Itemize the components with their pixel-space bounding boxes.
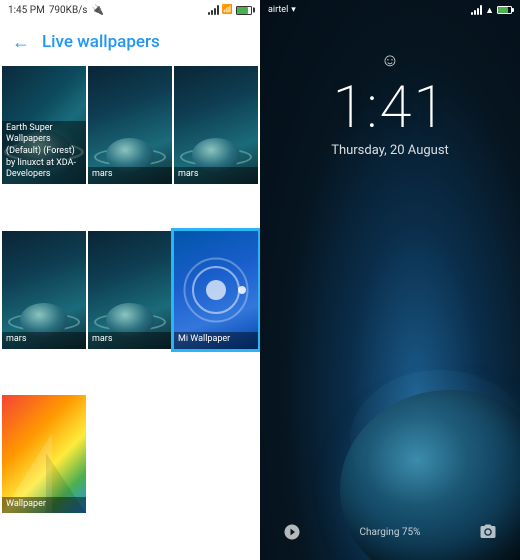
ls-camera-icon[interactable] (472, 516, 504, 548)
ls-status-left: airtel ▾ (268, 5, 296, 15)
status-data: 790KB/s (49, 5, 88, 16)
lockscreen-bottom: Charging 75% (260, 508, 520, 560)
status-bar-left-section: 1:45 PM 790KB/s 🔌 (8, 5, 104, 16)
ls-battery-icon (497, 6, 512, 14)
ls-wifi-icon: ▲ (485, 5, 494, 16)
lockscreen-content: ☺ 1:41 Thursday, 20 August (260, 20, 520, 158)
battery-icon (236, 6, 252, 15)
ls-smiley-icon: ☺ (260, 50, 520, 71)
status-bar-right-section: 📶 (208, 5, 252, 15)
status-bar-left: 1:45 PM 790KB/s 🔌 📶 (0, 0, 260, 20)
wifi-icon: 📶 (222, 5, 233, 15)
wallpaper-item-mars1[interactable]: mars (88, 66, 172, 184)
ls-carrier-arrow: ▾ (291, 5, 296, 15)
earth-glow (350, 370, 520, 510)
battery-fill (237, 7, 248, 14)
wallpaper-label: Mi Wallpaper (174, 332, 258, 349)
wallpaper-label: mars (2, 332, 86, 349)
ls-signal-bars (471, 5, 482, 15)
wallpaper-label: Earth Super Wallpapers (Default) (Forest… (2, 121, 86, 184)
header: ← Live wallpapers (0, 20, 260, 64)
lockscreen-status-bar: airtel ▾ ▲ (260, 0, 520, 20)
wallpaper-item-mars3[interactable]: mars (2, 231, 86, 349)
wallpaper-label: mars (88, 167, 172, 184)
right-panel-lockscreen: airtel ▾ ▲ ☺ 1:41 Thursday, 20 August Ch… (260, 0, 520, 560)
page-title: Live wallpapers (42, 32, 160, 52)
wallpaper-grid: Earth Super Wallpapers (Default) (Forest… (0, 64, 260, 560)
ls-charging-text: Charging 75% (360, 527, 421, 538)
wallpaper-item-earth[interactable]: Earth Super Wallpapers (Default) (Forest… (2, 66, 86, 184)
mi-circle-inner (206, 280, 226, 300)
ls-status-right: ▲ (471, 5, 512, 16)
usb-icon: 🔌 (91, 5, 103, 16)
ls-time: 1:41 (260, 79, 520, 137)
mi-dot-orbit (238, 286, 246, 294)
ls-charging-label: Charging 75% (360, 527, 421, 538)
status-time: 1:45 PM (8, 5, 45, 16)
wallpaper-label: mars (174, 167, 258, 184)
ls-carrier: airtel (268, 5, 288, 15)
wallpaper-item-mars2[interactable]: mars (174, 66, 258, 184)
wallpaper-item-mars4[interactable]: mars (88, 231, 172, 349)
signal-bars (208, 5, 219, 15)
wallpaper-label: mars (88, 332, 172, 349)
wallpaper-label: Wallpaper (2, 497, 86, 514)
back-button[interactable]: ← (12, 32, 30, 53)
wallpaper-item-mi[interactable]: Mi Wallpaper (174, 231, 258, 349)
left-panel: 1:45 PM 790KB/s 🔌 📶 ← Live wallpapers Ea… (0, 0, 260, 560)
ls-battery-fill (498, 7, 508, 13)
ls-bottom-left-icon[interactable] (276, 516, 308, 548)
wallpaper-item-colorful[interactable]: Wallpaper (2, 395, 86, 513)
ls-date: Thursday, 20 August (260, 143, 520, 158)
